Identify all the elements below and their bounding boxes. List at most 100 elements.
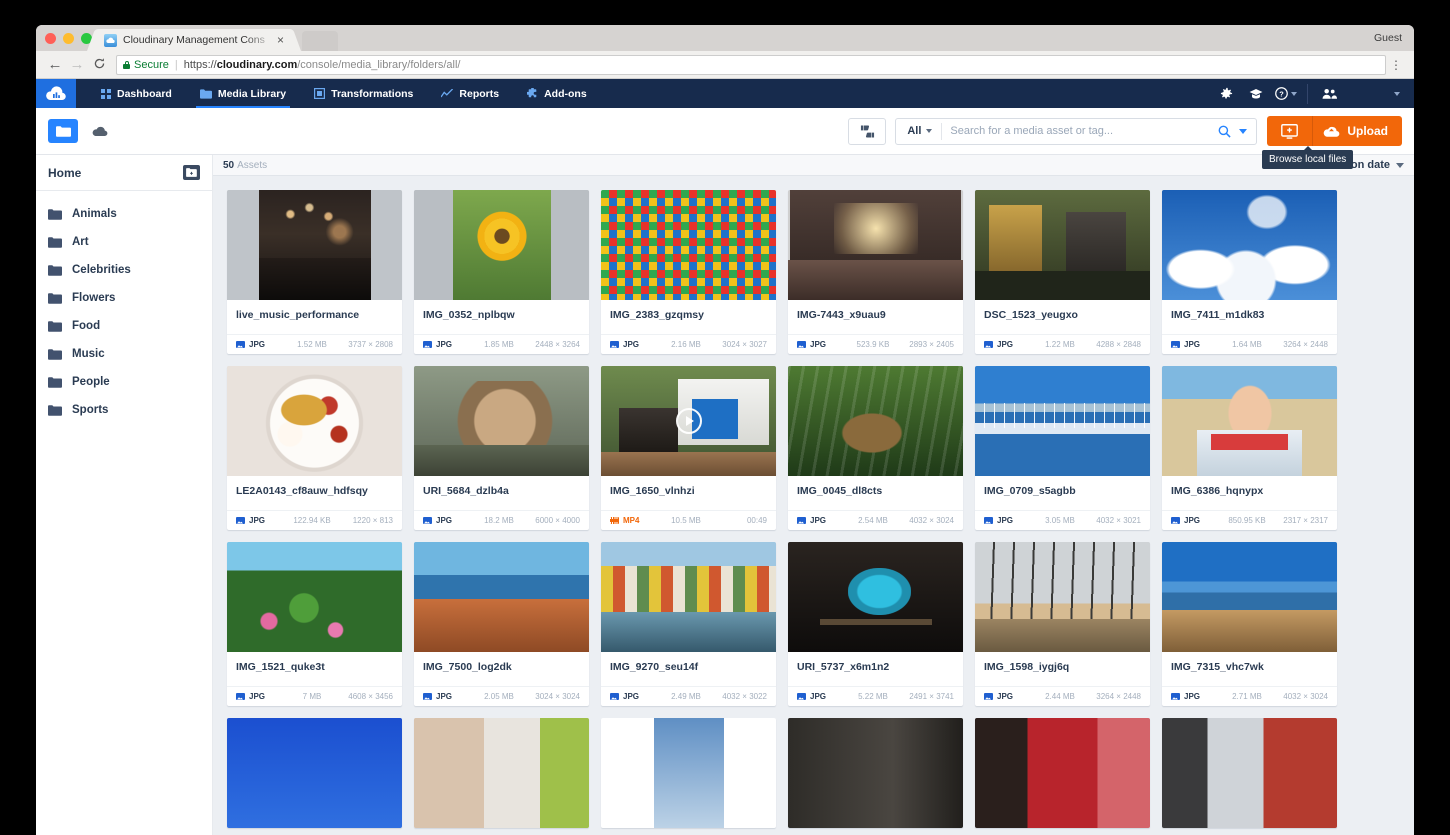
play-icon[interactable] — [675, 408, 702, 434]
asset-format: JPG — [623, 692, 640, 701]
asset-card[interactable]: IMG_1521_quke3t JPG 7 MB 4608 × 3456 — [227, 542, 402, 706]
sidebar-item-art[interactable]: Art — [36, 228, 212, 256]
search-filter-select[interactable]: All — [896, 122, 943, 140]
magnifier-icon[interactable] — [1218, 125, 1239, 138]
asset-meta: JPG 1.64 MB 3264 × 2448 — [1162, 334, 1337, 354]
asset-thumbnail[interactable] — [1162, 366, 1337, 476]
asset-thumbnail[interactable] — [788, 190, 963, 300]
sidebar-item-celebrities[interactable]: Celebrities — [36, 256, 212, 284]
asset-card[interactable]: LE2A0143_cf8auw_hdfsqy JPG 122.94 KB 1220 ×… — [227, 366, 402, 530]
asset-thumbnail[interactable] — [788, 718, 963, 828]
asset-card[interactable]: IMG_9270_seu14f JPG 2.49 MB 4032 × 3022 — [601, 542, 776, 706]
asset-thumbnail[interactable] — [227, 366, 402, 476]
asset-card[interactable]: IMG_7411_m1dk83 JPG 1.64 MB 3264 × 2448 — [1162, 190, 1337, 354]
asset-card[interactable]: URI_5684_dzlb4a JPG 18.2 MB 6000 × 4000 — [414, 366, 589, 530]
moderation-thumbs-button[interactable] — [848, 117, 887, 145]
asset-thumbnail[interactable] — [227, 190, 402, 300]
new-tab-button[interactable] — [302, 31, 338, 51]
url-input[interactable]: Secure | https:// cloudinary.com /consol… — [116, 54, 1386, 75]
folder-view-toggle[interactable] — [48, 119, 78, 143]
search-input[interactable] — [942, 125, 1219, 137]
asset-card[interactable] — [227, 718, 402, 828]
sidebar-item-people[interactable]: People — [36, 368, 212, 396]
back-button[interactable]: ← — [44, 56, 66, 73]
guest-profile-label[interactable]: Guest — [1374, 32, 1402, 44]
asset-card[interactable]: live_music_performance JPG 1.52 MB 3737 × 2… — [227, 190, 402, 354]
sidebar-item-food[interactable]: Food — [36, 312, 212, 340]
asset-card[interactable] — [601, 718, 776, 828]
search-options-chevron-icon[interactable] — [1239, 128, 1248, 134]
search-box[interactable]: All — [895, 117, 1258, 145]
asset-card[interactable]: IMG_7500_log2dk JPG 2.05 MB 3024 × 3024 — [414, 542, 589, 706]
asset-thumbnail[interactable] — [414, 190, 589, 300]
nav-label: Add-ons — [544, 87, 587, 100]
asset-card[interactable] — [788, 718, 963, 828]
asset-thumbnail[interactable] — [227, 542, 402, 652]
nav-item-media-library[interactable]: Media Library — [186, 79, 300, 108]
asset-thumbnail[interactable] — [601, 366, 776, 476]
browser-menu-button[interactable]: ⋮ — [1386, 59, 1406, 71]
asset-card[interactable] — [414, 718, 589, 828]
asset-thumbnail[interactable] — [227, 718, 402, 828]
asset-thumbnail[interactable] — [1162, 542, 1337, 652]
help-question-icon[interactable]: ? — [1271, 87, 1301, 100]
asset-thumbnail[interactable] — [601, 190, 776, 300]
window-controls[interactable] — [45, 33, 92, 44]
account-menu-button[interactable] — [1344, 91, 1414, 96]
browse-local-files-button[interactable] — [1267, 116, 1314, 146]
asset-grid-panel: 50 Assets Creation date live_music_perfo… — [213, 155, 1414, 835]
asset-thumbnail[interactable] — [414, 366, 589, 476]
settings-gear-icon[interactable] — [1211, 87, 1241, 100]
asset-card[interactable]: IMG_1598_iygj6q JPG 2.44 MB 3264 × 2448 — [975, 542, 1150, 706]
minimize-window-button[interactable] — [63, 33, 74, 44]
sidebar-item-flowers[interactable]: Flowers — [36, 284, 212, 312]
asset-thumbnail[interactable] — [601, 718, 776, 828]
new-folder-button[interactable] — [183, 165, 200, 180]
asset-card[interactable]: IMG_2383_gzqmsy JPG 2.16 MB 3024 × 3027 — [601, 190, 776, 354]
asset-thumbnail[interactable] — [414, 542, 589, 652]
close-tab-button[interactable]: × — [277, 34, 284, 46]
folder-icon — [48, 404, 62, 416]
asset-card[interactable]: URI_5737_x6m1n2 JPG 5.22 MB 2491 × 3741 — [788, 542, 963, 706]
asset-card[interactable]: IMG_7315_vhc7wk JPG 2.71 MB 4032 × 3024 — [1162, 542, 1337, 706]
asset-thumbnail[interactable] — [414, 718, 589, 828]
asset-thumbnail[interactable] — [1162, 718, 1337, 828]
asset-card[interactable] — [975, 718, 1150, 828]
cloud-icon[interactable] — [92, 126, 108, 137]
users-icon[interactable] — [1314, 88, 1344, 100]
asset-card[interactable]: IMG_6386_hqnypx JPG 850.95 KB 2317 × 2317 — [1162, 366, 1337, 530]
asset-thumbnail[interactable] — [975, 542, 1150, 652]
asset-format: JPG — [249, 692, 266, 701]
sidebar-item-home[interactable]: Home — [36, 155, 212, 191]
asset-card[interactable] — [1162, 718, 1337, 828]
sidebar-item-animals[interactable]: Animals — [36, 200, 212, 228]
asset-thumbnail[interactable] — [975, 190, 1150, 300]
asset-thumbnail[interactable] — [975, 718, 1150, 828]
asset-card[interactable]: IMG_1650_vlnhzi MP4 10.5 MB 00:49 — [601, 366, 776, 530]
reload-button[interactable] — [88, 57, 110, 73]
cloudinary-logo-icon[interactable] — [36, 79, 76, 108]
browser-tab[interactable]: Cloudinary Management Cons × — [98, 29, 290, 51]
asset-card[interactable]: IMG_0709_s5agbb JPG 3.05 MB 4032 × 3021 — [975, 366, 1150, 530]
asset-thumbnail[interactable] — [788, 366, 963, 476]
asset-thumbnail[interactable] — [1162, 190, 1337, 300]
forward-button[interactable]: → — [66, 56, 88, 73]
asset-card[interactable]: IMG_0352_nplbqw JPG 1.85 MB 2448 × 3264 — [414, 190, 589, 354]
asset-card[interactable]: DSC_1523_yeugxo JPG 1.22 MB 4288 × 2848 — [975, 190, 1150, 354]
asset-thumbnail[interactable] — [601, 542, 776, 652]
sidebar-item-music[interactable]: Music — [36, 340, 212, 368]
upload-button[interactable]: Upload — [1313, 116, 1402, 146]
asset-card[interactable]: IMG-7443_x9uau9 JPG 523.9 KB 2893 × 2405 — [788, 190, 963, 354]
asset-card[interactable]: IMG_0045_dl8cts JPG 2.54 MB 4032 × 3024 — [788, 366, 963, 530]
graduation-cap-icon[interactable] — [1241, 88, 1271, 100]
asset-thumbnail[interactable] — [788, 542, 963, 652]
sidebar-item-sports[interactable]: Sports — [36, 396, 212, 424]
asset-meta: JPG 2.71 MB 4032 × 3024 — [1162, 686, 1337, 706]
nav-item-dashboard[interactable]: Dashboard — [87, 79, 186, 108]
nav-item-reports[interactable]: Reports — [427, 79, 513, 108]
nav-item-addons[interactable]: Add-ons — [513, 79, 601, 108]
nav-item-transformations[interactable]: Transformations — [300, 79, 427, 108]
asset-thumbnail[interactable] — [975, 366, 1150, 476]
video-format-icon — [610, 517, 619, 524]
close-window-button[interactable] — [45, 33, 56, 44]
